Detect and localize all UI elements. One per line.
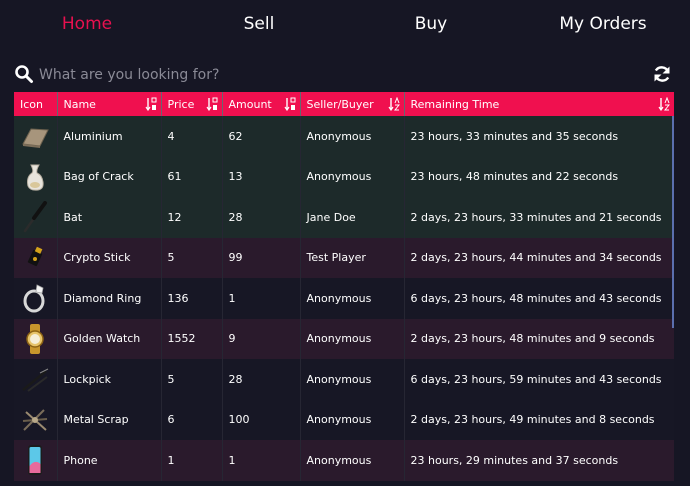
row-name: Crypto Stick [57,237,162,278]
row-name: Bag of Crack [57,156,162,197]
row-price: 5 [161,237,223,278]
refresh-icon[interactable] [652,64,672,84]
row-price: 1 [161,440,223,481]
row-amount: 99 [222,237,301,278]
top-nav: Home Sell Buy My Orders [0,0,690,56]
row-name: Diamond Ring [57,278,162,319]
row-price: 5 [161,359,223,400]
table-scrollbar[interactable] [672,116,674,328]
column-icon: Icon [14,92,58,116]
row-price: 4 [161,116,223,157]
row-seller: Anonymous [300,359,405,400]
column-price-label: Price [167,97,195,111]
column-price[interactable]: Price [161,92,223,116]
nav-home[interactable]: Home [1,14,173,34]
row-remaining-time: 23 hours, 33 minutes and 35 seconds [410,129,619,143]
row-amount: 1 [222,440,301,481]
search-bar [14,62,676,88]
search-input[interactable] [37,62,601,88]
row-amount: 62 [222,116,301,157]
phone-icon [28,445,43,476]
usb-stick-icon [28,246,43,266]
row-name: Lockpick [57,359,162,400]
sort-numeric-icon[interactable] [145,97,157,111]
row-amount: 1 [222,278,301,319]
row-remaining-time: 6 days, 23 hours, 48 minutes and 43 seco… [410,291,662,305]
sort-alpha-icon[interactable] [658,97,670,111]
table-row[interactable]: Bat 12 28 Jane Doe 2 days, 23 hours, 33 … [14,197,674,238]
column-remaining-label: Remaining Time [410,97,500,111]
row-amount: 100 [222,399,301,440]
row-remaining-time: 2 days, 23 hours, 49 minutes and 8 secon… [410,413,655,427]
column-seller[interactable]: Seller/Buyer [300,92,405,116]
row-name: Aluminium [57,116,162,157]
sort-numeric-icon[interactable] [284,97,296,111]
ring-icon [23,284,45,313]
row-amount: 9 [222,318,301,359]
search-icon [15,65,33,83]
row-seller: Anonymous [300,278,405,319]
row-price: 1552 [161,318,223,359]
lockpick-icon [22,368,49,393]
row-price: 136 [161,278,223,319]
bag-icon [27,164,44,191]
scrap-icon [23,409,48,431]
row-remaining-time: 2 days, 23 hours, 44 minutes and 34 seco… [410,251,662,265]
row-price: 6 [161,399,223,440]
nav-sell[interactable]: Sell [173,14,345,34]
row-seller: Test Player [300,237,405,278]
table-row[interactable]: Metal Scrap 6 100 Anonymous 2 days, 23 h… [14,399,674,440]
column-amount[interactable]: Amount [222,92,301,116]
nav-my-orders[interactable]: My Orders [517,14,689,34]
row-name: Golden Watch [57,318,162,359]
column-name[interactable]: Name [57,92,162,116]
row-name: Phone [57,440,162,481]
row-remaining-time: 6 days, 23 hours, 59 minutes and 43 seco… [410,372,662,386]
row-name: Bat [57,197,162,238]
table-row[interactable]: Golden Watch 1552 9 Anonymous 2 days, 23… [14,318,674,359]
table-header: Icon Name Price Amount Seller/Buyer Rema… [14,92,674,116]
column-seller-label: Seller/Buyer [306,97,374,111]
watch-icon [26,323,44,354]
row-price: 61 [161,156,223,197]
table-row[interactable]: Diamond Ring 136 1 Anonymous 6 days, 23 … [14,278,674,319]
row-seller: Anonymous [300,116,405,157]
row-name: Metal Scrap [57,399,162,440]
table-row[interactable]: Aluminium 4 62 Anonymous 23 hours, 33 mi… [14,116,674,157]
column-remaining-time[interactable]: Remaining Time [404,92,674,116]
market-table: Icon Name Price Amount Seller/Buyer Rema… [14,92,674,486]
column-name-label: Name [63,97,96,111]
row-amount: 28 [222,359,301,400]
row-remaining-time: 23 hours, 29 minutes and 37 seconds [410,453,619,467]
table-row[interactable]: Phone 1 1 Anonymous 23 hours, 29 minutes… [14,440,674,481]
row-seller: Anonymous [300,440,405,481]
bat-icon [24,201,48,233]
row-price: 12 [161,197,223,238]
row-seller: Jane Doe [300,197,405,238]
table-row[interactable]: Bag of Crack 61 13 Anonymous 23 hours, 4… [14,156,674,197]
row-seller: Anonymous [300,399,405,440]
nav-buy[interactable]: Buy [345,14,517,34]
row-seller: Anonymous [300,156,405,197]
table-row[interactable]: Crypto Stick 5 99 Test Player 2 days, 23… [14,237,674,278]
table-row[interactable]: Lockpick 5 28 Anonymous 6 days, 23 hours… [14,359,674,400]
row-remaining-time: 2 days, 23 hours, 33 minutes and 21 seco… [410,210,662,224]
row-remaining-time: 23 hours, 48 minutes and 22 seconds [410,170,619,184]
sort-numeric-icon[interactable] [206,97,218,111]
row-amount: 13 [222,156,301,197]
sort-alpha-icon[interactable] [388,97,400,111]
column-amount-label: Amount [228,97,272,111]
row-remaining-time: 2 days, 23 hours, 48 minutes and 9 secon… [410,332,655,346]
row-seller: Anonymous [300,318,405,359]
row-amount: 28 [222,197,301,238]
aluminium-icon [22,128,50,149]
